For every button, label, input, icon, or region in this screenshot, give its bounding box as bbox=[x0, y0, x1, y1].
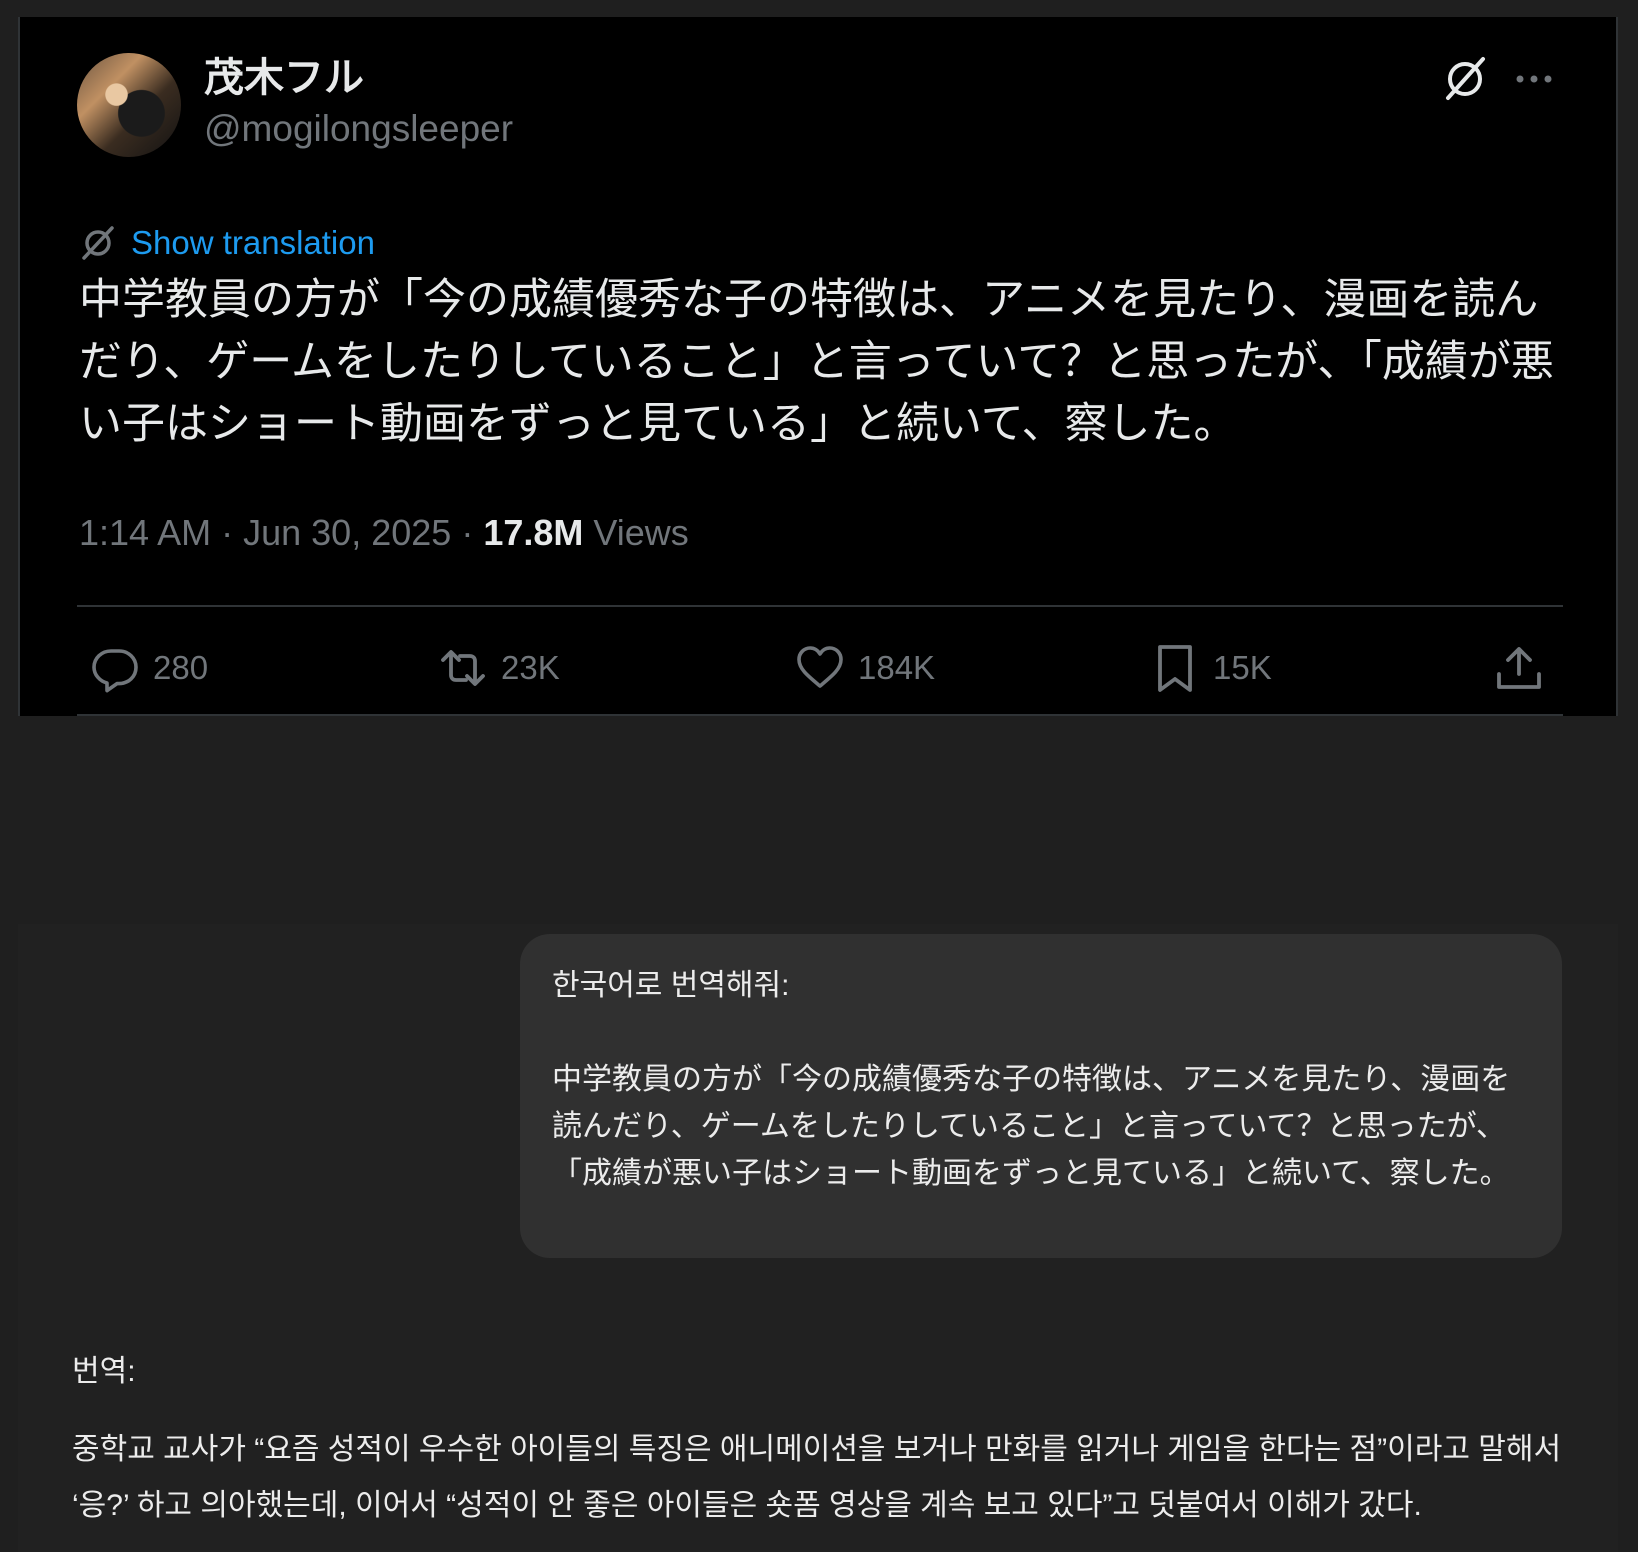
like-count: 184K bbox=[858, 649, 936, 686]
user-handle[interactable]: @mogilongsleeper bbox=[204, 107, 513, 151]
assistant-message-text: 중학교 교사가 “요즘 성적이 우수한 아이들의 특징은 애니메이션을 보거나 … bbox=[72, 1433, 1562, 1522]
bookmark-count: 15K bbox=[1213, 649, 1272, 686]
meta-separator: · bbox=[461, 512, 484, 553]
user-message-bubble: 한국어로 번역해줘: 中学教員の方が「今の成績優秀な子の特徴は、アニメを見たり、… bbox=[520, 934, 1562, 1258]
tweet-text: 中学教員の方が「今の成績優秀な子の特徴は、アニメを見たり、漫画を読んだり、ゲーム… bbox=[79, 276, 1554, 448]
assistant-message: 번역: 중학교 교사가 “요즘 성적이 우수한 아이들의 특징은 애니메이션을 … bbox=[72, 1344, 1572, 1534]
translate-icon bbox=[82, 226, 114, 260]
tweet-content: 茂木フル @mogilongsleeper Show translation 中… bbox=[77, 17, 1563, 716]
tweet-date[interactable]: Jun 30, 2025 bbox=[243, 512, 451, 553]
repost-count: 23K bbox=[501, 649, 560, 686]
divider bbox=[77, 714, 1563, 716]
reply-count: 280 bbox=[153, 649, 209, 686]
share-button[interactable] bbox=[1493, 637, 1557, 699]
repost-button[interactable]: 23K bbox=[437, 637, 560, 699]
avatar[interactable] bbox=[77, 53, 181, 157]
reply-button[interactable]: 280 bbox=[89, 637, 208, 699]
like-button[interactable]: 184K bbox=[794, 637, 935, 699]
views-label: Views bbox=[593, 512, 689, 553]
more-icon[interactable] bbox=[1512, 62, 1556, 96]
grok-icon[interactable] bbox=[1440, 54, 1490, 104]
bookmark-icon bbox=[1158, 645, 1192, 692]
heart-icon bbox=[797, 646, 843, 688]
display-name[interactable]: 茂木フル bbox=[204, 55, 364, 101]
divider bbox=[77, 605, 1563, 607]
views-count: 17.8M bbox=[483, 512, 584, 553]
assistant-heading: 번역: bbox=[72, 1355, 136, 1388]
meta-separator: · bbox=[221, 512, 244, 553]
tweet-time[interactable]: 1:14 AM bbox=[79, 512, 211, 553]
tweet-card: 茂木フル @mogilongsleeper Show translation 中… bbox=[18, 17, 1618, 716]
tweet-meta: 1:14 AM · Jun 30, 2025 · 17.8M Views bbox=[79, 509, 689, 557]
retweet-icon bbox=[441, 650, 485, 686]
bookmark-button[interactable]: 15K bbox=[1149, 637, 1272, 699]
tweet-actions: 280 23K 184K 15K bbox=[77, 637, 1563, 707]
show-translation-row[interactable]: Show translation bbox=[79, 222, 375, 264]
share-icon bbox=[1497, 647, 1541, 689]
show-translation-link[interactable]: Show translation bbox=[131, 223, 375, 263]
reply-icon bbox=[92, 649, 138, 693]
chat-area: 한국어로 번역해줘: 中学教員の方が「今の成績優秀な子の特徴は、アニメを見たり、… bbox=[18, 924, 1618, 1552]
user-instruction: 한국어로 번역해줘: bbox=[552, 969, 790, 1002]
user-message-text: 中学教員の方が「今の成績優秀な子の特徴は、アニメを見たり、漫画を読んだり、ゲーム… bbox=[552, 1063, 1511, 1190]
